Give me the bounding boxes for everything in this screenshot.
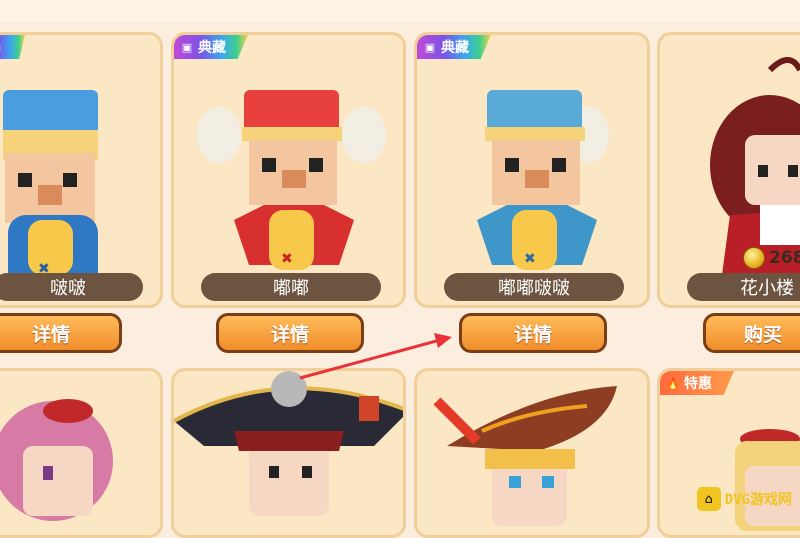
skin-name: 嘟嘟	[201, 273, 381, 301]
skin-card-bottom-1[interactable]	[0, 368, 163, 538]
skin-card-bobo[interactable]: ■ ✖ 啵啵	[0, 32, 163, 308]
character-dudubobo-image: ✖	[477, 90, 609, 270]
skin-card-dudu[interactable]: ▣ 典藏 ✖ 嘟嘟	[171, 32, 406, 308]
svg-text:✖: ✖	[524, 251, 536, 267]
skin-name: 啵啵	[0, 273, 143, 301]
buy-button-huaxiaolou[interactable]: 购买	[703, 313, 800, 353]
skin-card-bottom-3[interactable]	[414, 368, 650, 538]
detail-button-dudubobo[interactable]: 详情	[459, 313, 607, 353]
detail-button-bobo[interactable]: 详情	[0, 313, 122, 353]
watermark: ⌂ DVG游戏网	[696, 487, 792, 511]
character-pink-hair-image	[0, 399, 113, 521]
coin-icon	[743, 247, 765, 269]
skin-name: 花小楼	[687, 273, 800, 301]
character-cowboy-image	[433, 386, 617, 526]
price-value: 268	[769, 248, 800, 268]
character-bobo-image: ✖	[3, 90, 98, 290]
character-blonde-image	[735, 429, 800, 531]
detail-button-dudu[interactable]: 详情	[216, 313, 364, 353]
svg-text:✖: ✖	[281, 251, 293, 267]
character-dudu-image: ✖	[197, 90, 386, 270]
skin-card-dudubobo[interactable]: ▣ 典藏 ✖ 嘟嘟啵啵	[414, 32, 650, 308]
skin-card-huaxiaolou[interactable]: 268 花小楼	[657, 32, 800, 308]
character-pirate-image	[174, 371, 403, 516]
skin-card-bottom-2[interactable]	[171, 368, 406, 538]
watermark-text: DVG游戏网	[724, 492, 792, 508]
price: 268	[743, 247, 800, 269]
top-strip	[0, 0, 800, 22]
skin-card-bottom-4[interactable]: 🔥 特惠	[657, 368, 800, 538]
skin-name: 嘟嘟啵啵	[444, 273, 624, 301]
gamepad-icon: ⌂	[696, 487, 721, 511]
